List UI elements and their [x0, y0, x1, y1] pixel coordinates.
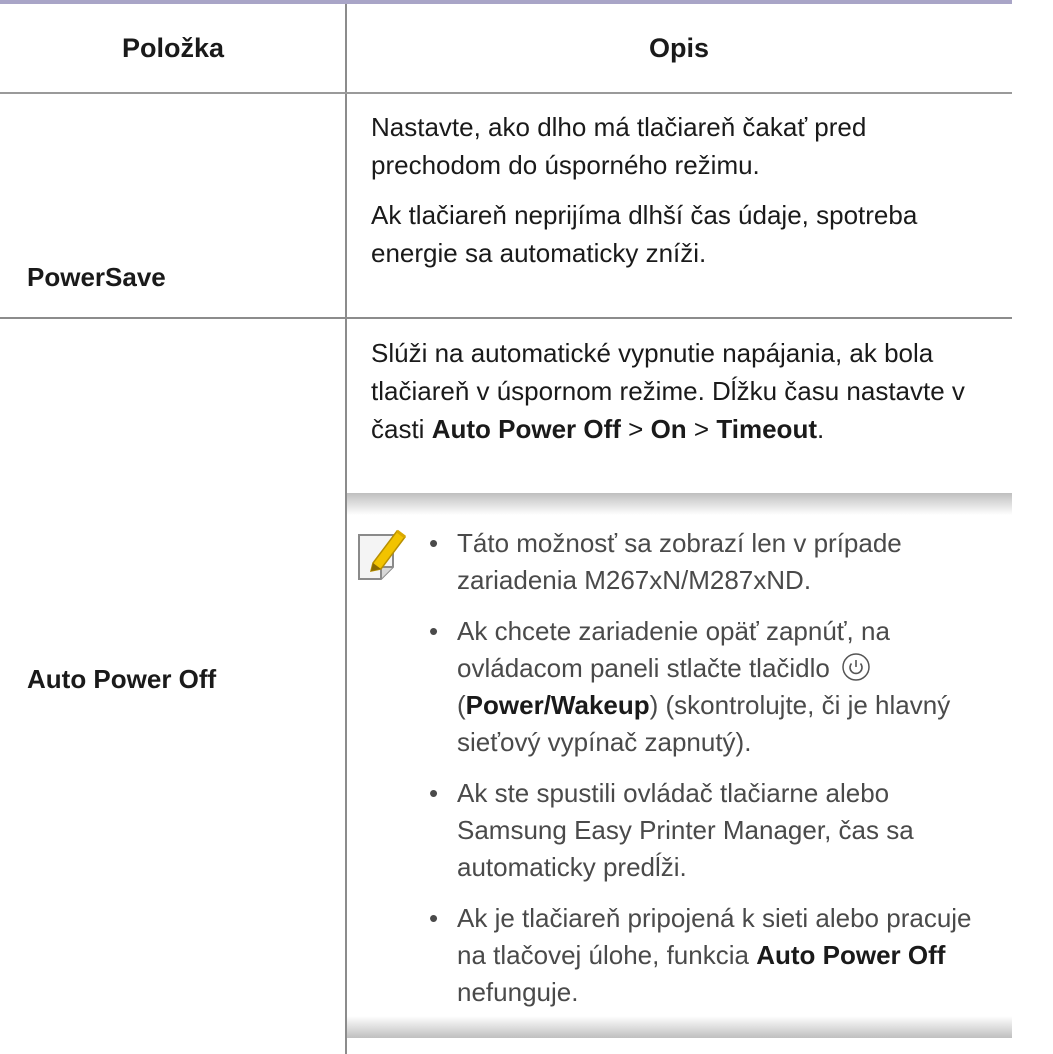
row-label-auto-power-off: Auto Power Off — [27, 664, 217, 694]
description-paragraph: Slúži na automatické vypnutie napájania,… — [371, 334, 1001, 448]
column-header-item: Položka — [121, 32, 225, 63]
header-column-divider — [345, 4, 347, 92]
note-bullet-list: • Táto možnosť sa zobrazí len v prípade … — [421, 525, 1001, 1025]
description-paragraph: Ak tlačiareň neprijíma dlhší čas údaje, … — [371, 200, 918, 268]
list-item: • Táto možnosť sa zobrazí len v prípade … — [429, 528, 902, 595]
row-description-auto-power-off: Slúži na automatické vypnutie napájania,… — [371, 334, 1001, 448]
row-label-powersave: PowerSave — [27, 262, 166, 292]
menu-path-on: On — [650, 414, 687, 444]
menu-path-separator: > — [628, 414, 644, 444]
row-separator — [0, 317, 1012, 319]
list-item: • Ak je tlačiareň pripojená k sieti aleb… — [429, 903, 972, 1007]
row-description-powersave: Nastavte, ako dlho má tlačiareň čakať pr… — [371, 108, 1001, 272]
power-button-icon — [842, 653, 870, 681]
sentence-end: . — [816, 414, 825, 444]
column-header-description: Opis — [648, 32, 709, 63]
list-item: • Ak ste spustili ovládač tlačiarne aleb… — [429, 778, 914, 882]
table-header: Položka Opis — [0, 0, 1012, 94]
menu-path-auto-power-off: Auto Power Off — [431, 414, 621, 444]
description-paragraph: Nastavte, ako dlho má tlačiareň čakať pr… — [371, 112, 867, 180]
menu-path-timeout: Timeout — [716, 414, 817, 444]
menu-path-separator: > — [693, 414, 710, 444]
note-pencil-icon — [358, 529, 407, 580]
note-top-shade — [347, 493, 1012, 515]
note-box: • Táto možnosť sa zobrazí len v prípade … — [347, 493, 1012, 1038]
list-item: • Ak chcete zariadenie opäť zapnúť, na o… — [429, 616, 951, 757]
settings-table: Položka Opis PowerSave Nastavte, ako dlh… — [0, 0, 1053, 1054]
